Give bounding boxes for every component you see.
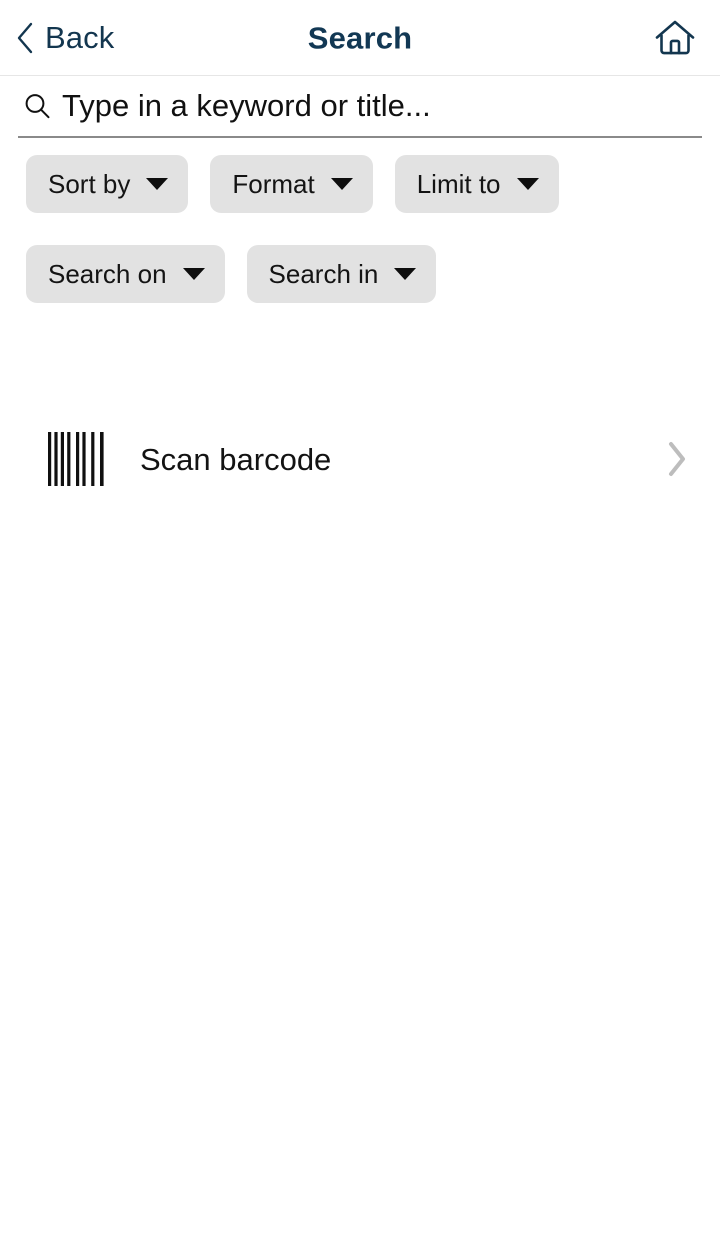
app-header: Back Search: [0, 0, 720, 76]
filter-chip-label: Search on: [48, 259, 167, 289]
search-icon: [22, 91, 52, 121]
filter-chip-label: Sort by: [48, 169, 131, 199]
barcode-icon: [48, 432, 110, 486]
scan-barcode-row[interactable]: Scan barcode: [0, 411, 720, 507]
filter-chip-row-2: Search on Search in: [26, 245, 720, 303]
filter-chip-label: Search in: [268, 259, 379, 289]
filter-chip-format[interactable]: Format: [210, 155, 373, 213]
scan-barcode-label: Scan barcode: [140, 441, 332, 477]
search-field[interactable]: [18, 76, 702, 138]
chevron-left-icon: [14, 21, 36, 55]
filter-chip-sort-by[interactable]: Sort by: [26, 155, 189, 213]
chevron-down-icon: [330, 178, 353, 190]
chevron-down-icon: [394, 268, 417, 280]
filter-chip-limit-to[interactable]: Limit to: [394, 155, 559, 213]
filter-chip-row-1: Sort by Format Limit to: [26, 155, 720, 213]
home-button[interactable]: [652, 15, 698, 61]
back-button[interactable]: Back: [8, 17, 120, 59]
filter-chip-label: Format: [232, 169, 315, 199]
chevron-down-icon: [182, 268, 205, 280]
filter-chip-search-on[interactable]: Search on: [26, 245, 225, 303]
search-screen: Back Search Sort by: [0, 0, 720, 1245]
chevron-down-icon: [146, 178, 169, 190]
filter-chip-area: Sort by Format Limit to Search on Search…: [0, 138, 720, 303]
filter-chip-label: Limit to: [416, 169, 501, 199]
chevron-down-icon: [516, 178, 539, 190]
back-label: Back: [45, 20, 115, 55]
filter-chip-search-in[interactable]: Search in: [246, 245, 437, 303]
chevron-right-icon: [662, 439, 692, 479]
search-input[interactable]: [62, 88, 702, 124]
home-icon: [654, 18, 696, 58]
